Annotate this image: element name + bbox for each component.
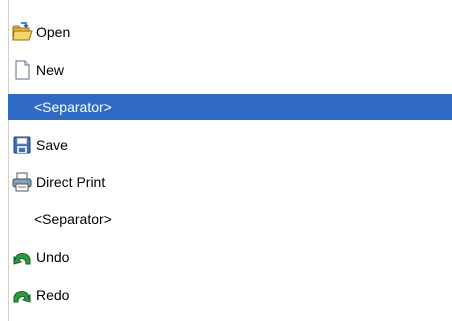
redo-arrow-icon [10,283,34,307]
printer-icon [10,170,34,194]
list-item-separator[interactable]: <Separator> [8,206,452,232]
list-item-label: <Separator> [34,211,112,227]
list-item-direct-print[interactable]: Direct Print [8,169,452,195]
undo-arrow-icon [10,245,34,269]
list-item-label: Direct Print [36,174,106,190]
list-item-label: New [36,62,65,78]
list-item-separator-selected[interactable]: <Separator> [8,94,452,120]
folder-open-icon [10,20,34,44]
list-item-open[interactable]: Open [8,19,452,45]
toolbar-items-listbox[interactable]: Open New <Separator> Save Direct Print <… [0,0,452,321]
list-item-undo[interactable]: Undo [8,244,452,270]
new-document-icon [10,58,34,82]
list-item-label: Undo [36,249,70,265]
list-item-redo[interactable]: Redo [8,282,452,308]
list-item-save[interactable]: Save [8,132,452,158]
list-item-label: Redo [36,287,70,303]
list-item-label: <Separator> [34,99,112,115]
list-item-new[interactable]: New [8,57,452,83]
listbox-border [8,0,9,321]
floppy-disk-icon [10,133,34,157]
list-item-label: Save [36,137,68,153]
list-item-label: Open [36,24,71,40]
